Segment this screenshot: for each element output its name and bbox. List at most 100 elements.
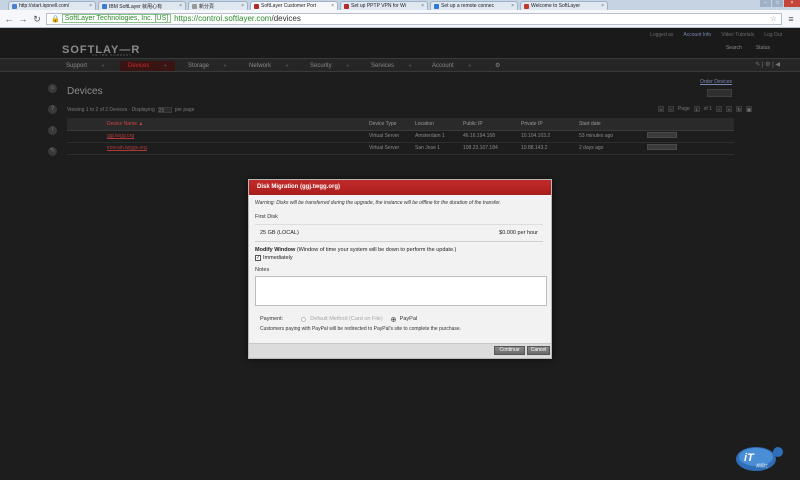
- nav-right-icons[interactable]: ✎ | ⚙ | ◀: [755, 61, 780, 68]
- column-header[interactable]: Device Type: [367, 118, 413, 131]
- column-header[interactable]: Private IP: [519, 118, 577, 131]
- continue-button[interactable]: Continue: [494, 346, 525, 355]
- tab-label: Set up a remote connec: [441, 3, 495, 9]
- column-header[interactable]: Location: [413, 118, 461, 131]
- nav-devices[interactable]: Devices ▼: [120, 61, 176, 71]
- actions-cell: [645, 142, 734, 155]
- per-page-label: per page: [174, 107, 195, 113]
- cancel-button[interactable]: Cancel: [527, 346, 550, 355]
- payment-label: Payment:: [260, 316, 284, 322]
- first-disk-label: First Disk: [255, 214, 278, 220]
- nav-account[interactable]: Account ▼: [432, 61, 472, 71]
- nav-services[interactable]: Services ▼: [371, 61, 412, 71]
- private-ip: 10.88.143.2: [519, 142, 577, 155]
- search-link[interactable]: Search: [726, 45, 742, 51]
- per-page-select[interactable]: 25: [157, 107, 172, 114]
- browser-tab-active[interactable]: SoftLayer Customer Port ×: [250, 1, 338, 10]
- reload-icon[interactable]: ↻: [32, 14, 42, 24]
- page-of-label: of 1: [703, 106, 712, 112]
- logged-as-text: Logged as: [650, 32, 674, 38]
- immediately-label: Immediately: [263, 255, 293, 261]
- tab-close-icon[interactable]: ×: [419, 3, 424, 9]
- tab-label: Set up PPTP VPN for Wi: [351, 3, 406, 9]
- notes-textarea[interactable]: [255, 276, 547, 306]
- column-header[interactable]: Public IP: [461, 118, 519, 131]
- tab-close-icon[interactable]: ×: [509, 3, 514, 9]
- back-arrow-icon[interactable]: ←: [4, 14, 14, 24]
- tab-close-icon[interactable]: ×: [87, 3, 92, 9]
- tab-favicon-icon: [12, 3, 17, 9]
- browser-tab[interactable]: IBM SoftLayer 就甩心有 ×: [98, 1, 186, 10]
- tab-favicon-icon: [254, 3, 259, 9]
- device-name-link[interactable]: ggj.twgg.org: [67, 130, 367, 143]
- column-header[interactable]: Start date: [577, 118, 645, 131]
- tab-close-icon[interactable]: ×: [177, 3, 182, 9]
- nav-storage[interactable]: Storage ▼: [188, 61, 227, 71]
- last-page-icon[interactable]: »: [726, 106, 732, 112]
- maximize-icon[interactable]: □: [772, 0, 783, 7]
- first-page-icon[interactable]: «: [657, 106, 664, 112]
- paypal-radio[interactable]: [390, 316, 396, 322]
- account-info-link[interactable]: Account Info: [683, 32, 711, 38]
- tab-favicon-icon: [192, 3, 197, 9]
- paypal-note: Customers paying with PayPal will be red…: [260, 326, 462, 332]
- browser-tab[interactable]: Set up PPTP VPN for Wi ×: [340, 1, 428, 10]
- actions-button[interactable]: [647, 132, 677, 138]
- actions-cell: [645, 130, 734, 143]
- browser-toolbar: ← → ↻ 🔒 SoftLayer Technologies, Inc. [US…: [0, 10, 800, 28]
- modify-window-label: Modify Window (Window of time your syste…: [255, 247, 456, 253]
- video-tutorials-link[interactable]: Video Tutorials: [721, 32, 754, 38]
- browser-tab[interactable]: Set up a remote connec ×: [430, 1, 518, 10]
- viewing-text: Viewing 1 to 2 of 2 Devices · Displaying: [67, 107, 155, 113]
- order-button[interactable]: [707, 89, 732, 97]
- url-path: /devices: [271, 14, 301, 23]
- page-input[interactable]: 1: [693, 106, 700, 112]
- address-bar[interactable]: 🔒 SoftLayer Technologies, Inc. [US] http…: [46, 12, 782, 25]
- tab-close-icon[interactable]: ×: [239, 3, 244, 9]
- immediately-option[interactable]: ✓ Immediately: [255, 255, 293, 261]
- nav-network[interactable]: Network ▼: [249, 61, 289, 71]
- prev-page-icon[interactable]: ‹: [667, 106, 674, 112]
- page-title: Devices: [67, 86, 103, 97]
- badge-text: iT: [744, 452, 754, 464]
- columns-icon[interactable]: ▦: [746, 106, 752, 112]
- tab-favicon-icon: [102, 3, 107, 9]
- window-close-icon[interactable]: ×: [784, 0, 800, 7]
- device-location: Amsterdam 1: [413, 130, 461, 143]
- immediately-checkbox[interactable]: ✓: [255, 255, 261, 261]
- browser-tab[interactable]: http://start.iqonell.com/ ×: [8, 1, 96, 10]
- badge-subtext: 邦幫忙: [756, 463, 768, 468]
- nav-support[interactable]: Support ▼: [66, 61, 105, 71]
- column-header: [645, 118, 734, 131]
- private-ip: 10.104.103.2: [519, 130, 577, 143]
- device-name-link[interactable]: ironrain.twggs.org: [67, 142, 367, 155]
- tag-icon[interactable]: ✎: [48, 147, 57, 156]
- tab-label: SoftLayer Customer Port: [261, 3, 317, 9]
- home-icon[interactable]: ⌂: [48, 84, 57, 93]
- column-header[interactable]: Device Name ▲: [67, 118, 367, 131]
- tab-close-icon[interactable]: ×: [329, 3, 334, 9]
- devices-table: Device Name ▲ Device Type Location Publi…: [67, 118, 734, 155]
- tab-close-icon[interactable]: ×: [599, 3, 604, 9]
- site-identity-badge[interactable]: SoftLayer Technologies, Inc. [US]: [61, 14, 172, 23]
- status-link[interactable]: Status: [756, 45, 770, 51]
- next-page-icon[interactable]: ›: [716, 106, 722, 112]
- help-icon[interactable]: ?: [48, 105, 57, 114]
- actions-button[interactable]: [647, 144, 677, 150]
- bookmark-star-icon[interactable]: ☆: [770, 14, 777, 23]
- warning-text: Warning: Disks will be transferred durin…: [255, 200, 501, 206]
- refresh-icon[interactable]: ↻: [736, 106, 742, 112]
- payment-options: Payment: Default Method (Card on File) P…: [260, 316, 417, 322]
- logout-link[interactable]: Log Out: [764, 32, 782, 38]
- disk-size: 25 GB (LOCAL): [260, 230, 299, 236]
- forward-arrow-icon[interactable]: →: [18, 14, 28, 24]
- paypal-label: PayPal: [399, 316, 418, 322]
- settings-gear-icon[interactable]: ⚙: [495, 61, 500, 71]
- browser-tab[interactable]: Welcome to SoftLayer ×: [520, 1, 608, 10]
- info-icon[interactable]: !: [48, 126, 57, 135]
- minimize-icon[interactable]: –: [760, 0, 771, 7]
- order-devices-link[interactable]: Order Devices: [700, 79, 732, 85]
- nav-security[interactable]: Security ▼: [310, 61, 350, 71]
- menu-icon[interactable]: ≡: [786, 14, 796, 24]
- browser-tab[interactable]: 新分頁 ×: [188, 1, 248, 10]
